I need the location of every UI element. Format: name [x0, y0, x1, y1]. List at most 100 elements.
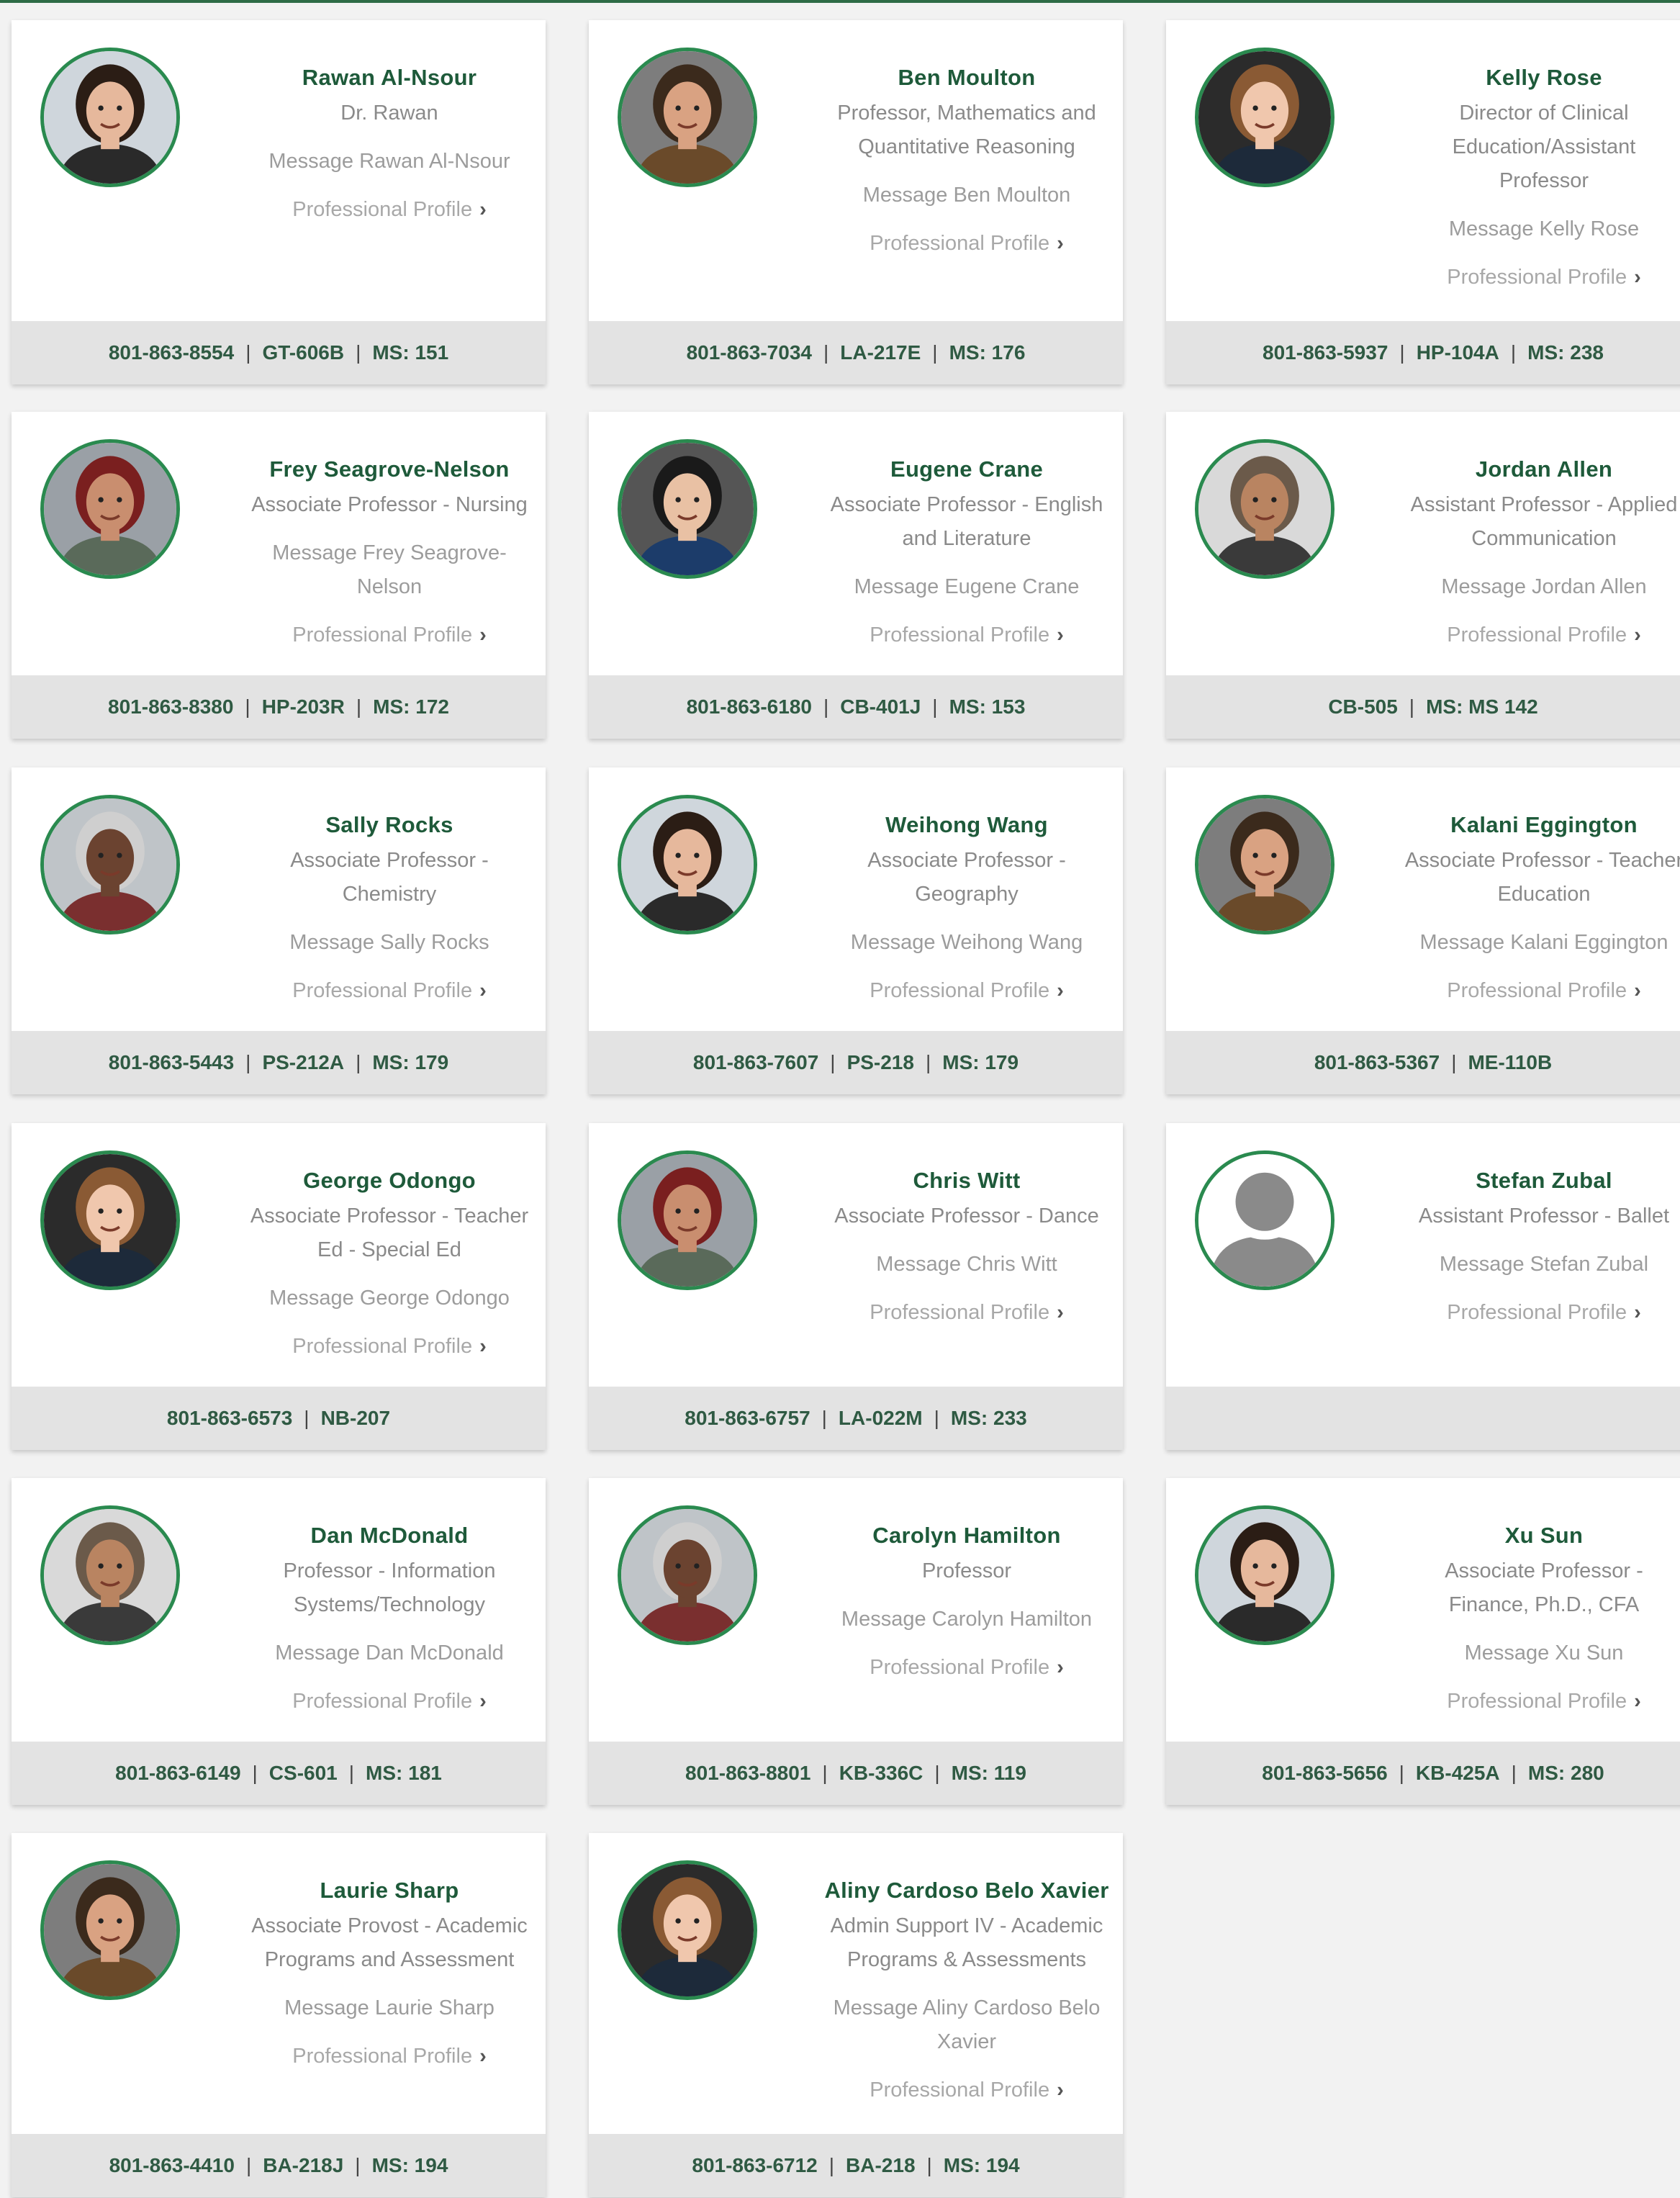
message-link[interactable]: Message Xu Sun: [1395, 1636, 1680, 1670]
phone-number[interactable]: 801-863-7607: [693, 1051, 818, 1074]
chevron-right-icon: ›: [1634, 979, 1641, 1002]
separator: |: [356, 695, 362, 718]
professional-profile-link[interactable]: Professional Profile ›: [1395, 261, 1680, 294]
professional-profile-link[interactable]: Professional Profile ›: [240, 193, 538, 227]
avatar: [40, 795, 180, 934]
phone-number[interactable]: 801-863-5656: [1262, 1762, 1387, 1785]
message-link[interactable]: Message Rawan Al-Nsour: [240, 145, 538, 179]
faculty-info: Ben Moulton Professor, Mathematics and Qua…: [818, 63, 1116, 261]
chevron-right-icon: ›: [1634, 1301, 1641, 1324]
professional-profile-link[interactable]: Professional Profile ›: [818, 1296, 1116, 1330]
phone-number[interactable]: 801-863-8380: [108, 695, 233, 719]
contact-footer: CB-505 | MS: MS 142: [1166, 675, 1680, 739]
professional-profile-link[interactable]: Professional Profile ›: [818, 974, 1116, 1008]
professional-profile-link[interactable]: Professional Profile ›: [818, 227, 1116, 261]
message-link-label: Message Laurie Sharp: [284, 1996, 494, 2019]
message-link[interactable]: Message Aliny Cardoso Belo Xavier: [818, 1991, 1116, 2059]
faculty-name: Laurie Sharp: [320, 1878, 459, 1903]
office-location: CB-401J: [840, 695, 921, 718]
avatar: [1195, 48, 1334, 187]
professional-profile-link[interactable]: Professional Profile ›: [240, 974, 538, 1008]
faculty-name: George Odongo: [303, 1168, 476, 1193]
phone-number[interactable]: 801-863-5367: [1314, 1051, 1440, 1074]
faculty-name: Jordan Allen: [1475, 456, 1613, 482]
phone-number[interactable]: 801-863-4410: [109, 2154, 235, 2177]
separator: |: [245, 695, 250, 718]
office-location: LA-022M: [838, 1407, 923, 1429]
message-link[interactable]: Message Jordan Allen: [1395, 570, 1680, 604]
chevron-right-icon: ›: [1634, 266, 1641, 289]
faculty-name: Kelly Rose: [1486, 65, 1602, 90]
faculty-title: Associate Professor - Dance: [834, 1204, 1099, 1228]
phone-number[interactable]: 801-863-8554: [109, 341, 234, 364]
message-link[interactable]: Message Laurie Sharp: [240, 1991, 538, 2025]
faculty-info: Weihong Wang Associate Professor - Geograp…: [818, 811, 1116, 1008]
professional-profile-link[interactable]: Professional Profile ›: [240, 2040, 538, 2073]
top-divider: [0, 0, 1680, 3]
message-link[interactable]: Message Stefan Zubal: [1395, 1248, 1680, 1282]
mail-stop: MS: 179: [372, 1051, 449, 1073]
professional-profile-link[interactable]: Professional Profile ›: [240, 1330, 538, 1364]
professional-profile-link[interactable]: Professional Profile ›: [240, 618, 538, 652]
mail-stop: MS: 179: [942, 1051, 1019, 1073]
contact-footer: 801-863-8801 | KB-336C | MS: 119: [589, 1742, 1123, 1805]
separator: |: [1451, 1051, 1457, 1073]
message-link-label: Message Kalani Eggington: [1419, 931, 1668, 954]
phone-number[interactable]: 801-863-6180: [687, 695, 812, 719]
contact-footer: 801-863-6757 | LA-022M | MS: 233: [589, 1387, 1123, 1450]
message-link[interactable]: Message Kalani Eggington: [1395, 926, 1680, 960]
phone-number[interactable]: 801-863-8801: [685, 1762, 810, 1785]
message-link[interactable]: Message Chris Witt: [818, 1248, 1116, 1282]
phone-number[interactable]: 801-863-6573: [167, 1407, 292, 1430]
professional-profile-link[interactable]: Professional Profile ›: [1395, 618, 1680, 652]
faculty-info: Frey Seagrove-Nelson Associate Professor …: [240, 455, 538, 652]
professional-profile-link[interactable]: Professional Profile ›: [1395, 1296, 1680, 1330]
professional-profile-link[interactable]: Professional Profile ›: [1395, 974, 1680, 1008]
faculty-title: Communication: [1471, 527, 1617, 550]
separator: |: [830, 1051, 836, 1073]
faculty-info: Dan McDonald Professor - Information Syste…: [240, 1521, 538, 1719]
chevron-right-icon: ›: [479, 623, 487, 647]
office-location: NB-207: [320, 1407, 391, 1429]
phone-number[interactable]: 801-863-6712: [692, 2154, 817, 2177]
phone-number[interactable]: 801-863-5443: [109, 1051, 234, 1074]
message-link-label: Message Jordan Allen: [1441, 575, 1647, 598]
message-link[interactable]: Message Kelly Rose: [1395, 212, 1680, 246]
professional-profile-label: Professional Profile: [1447, 1301, 1627, 1324]
professional-profile-link[interactable]: Professional Profile ›: [818, 618, 1116, 652]
message-link[interactable]: Message Dan McDonald: [240, 1636, 538, 1670]
message-link[interactable]: Message Sally Rocks: [240, 926, 538, 960]
faculty-title: Director of Clinical: [1459, 102, 1629, 125]
mail-stop: MS: 153: [949, 695, 1026, 718]
phone-number[interactable]: 801-863-6149: [115, 1762, 240, 1785]
message-link[interactable]: Message Eugene Crane: [818, 570, 1116, 604]
professional-profile-link[interactable]: Professional Profile ›: [818, 1651, 1116, 1685]
faculty-title: Associate Professor - Teacher: [250, 1204, 529, 1228]
message-link-label: Message Weihong Wang: [850, 931, 1083, 954]
faculty-info: Xu Sun Associate Professor - Finance, Ph.D…: [1395, 1521, 1680, 1719]
chevron-right-icon: ›: [1634, 1690, 1641, 1713]
avatar: [40, 1860, 180, 2000]
phone-number[interactable]: 801-863-6757: [685, 1407, 810, 1430]
faculty-title: Quantitative Reasoning: [858, 135, 1075, 158]
message-link-label: Message Rawan Al-Nsour: [268, 150, 510, 173]
phone-number[interactable]: 801-863-7034: [687, 341, 812, 364]
phone-number[interactable]: 801-863-5937: [1263, 341, 1388, 364]
message-link[interactable]: Message Weihong Wang: [818, 926, 1116, 960]
professional-profile-link[interactable]: Professional Profile ›: [1395, 1685, 1680, 1719]
message-link[interactable]: Message George Odongo: [240, 1282, 538, 1315]
professional-profile-link[interactable]: Professional Profile ›: [818, 2073, 1116, 2107]
avatar: [40, 439, 180, 579]
faculty-name: Aliny Cardoso Belo Xavier: [824, 1878, 1109, 1903]
professional-profile-label: Professional Profile: [292, 1335, 473, 1358]
separator: |: [356, 1051, 361, 1073]
mail-stop: MS: 280: [1527, 1762, 1604, 1784]
message-link[interactable]: Message Carolyn Hamilton: [818, 1603, 1116, 1636]
message-link[interactable]: Message Frey Seagrove- Nelson: [240, 536, 538, 604]
faculty-title: Geography: [915, 883, 1019, 906]
professional-profile-link[interactable]: Professional Profile ›: [240, 1685, 538, 1719]
message-link[interactable]: Message Ben Moulton: [818, 179, 1116, 212]
contact-footer: [1166, 1387, 1680, 1450]
faculty-title: Associate Professor - Teacher: [1404, 849, 1680, 872]
separator: |: [926, 2154, 932, 2176]
